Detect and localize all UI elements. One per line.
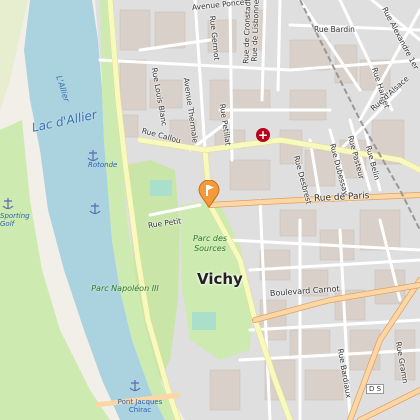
label-sporting-golf: Sporting Golf [0, 212, 30, 229]
label-rue-bardin: Rue Bardin [314, 25, 355, 34]
label-vichy: Vichy [197, 270, 243, 288]
map-canvas [0, 0, 420, 420]
label-pont-jacques-chirac: Pont Jacques Chirac [117, 398, 163, 415]
label-parc-napoleon-iii: Parc Napoléon III [91, 284, 159, 293]
label-rotonde: Rotonde [88, 161, 118, 169]
map-view[interactable]: + Avenue Poncet Rue Bardin Rue Alexandre… [0, 0, 420, 420]
location-pin-icon[interactable] [198, 180, 220, 208]
hospital-cross-icon[interactable]: + [256, 128, 270, 142]
road-ref-badge: D S [366, 384, 385, 394]
label-rue-de-cronstadt: Rue de Cronstadt [241, 0, 253, 64]
label-parc-des-sources: Parc des Sources [192, 234, 228, 253]
